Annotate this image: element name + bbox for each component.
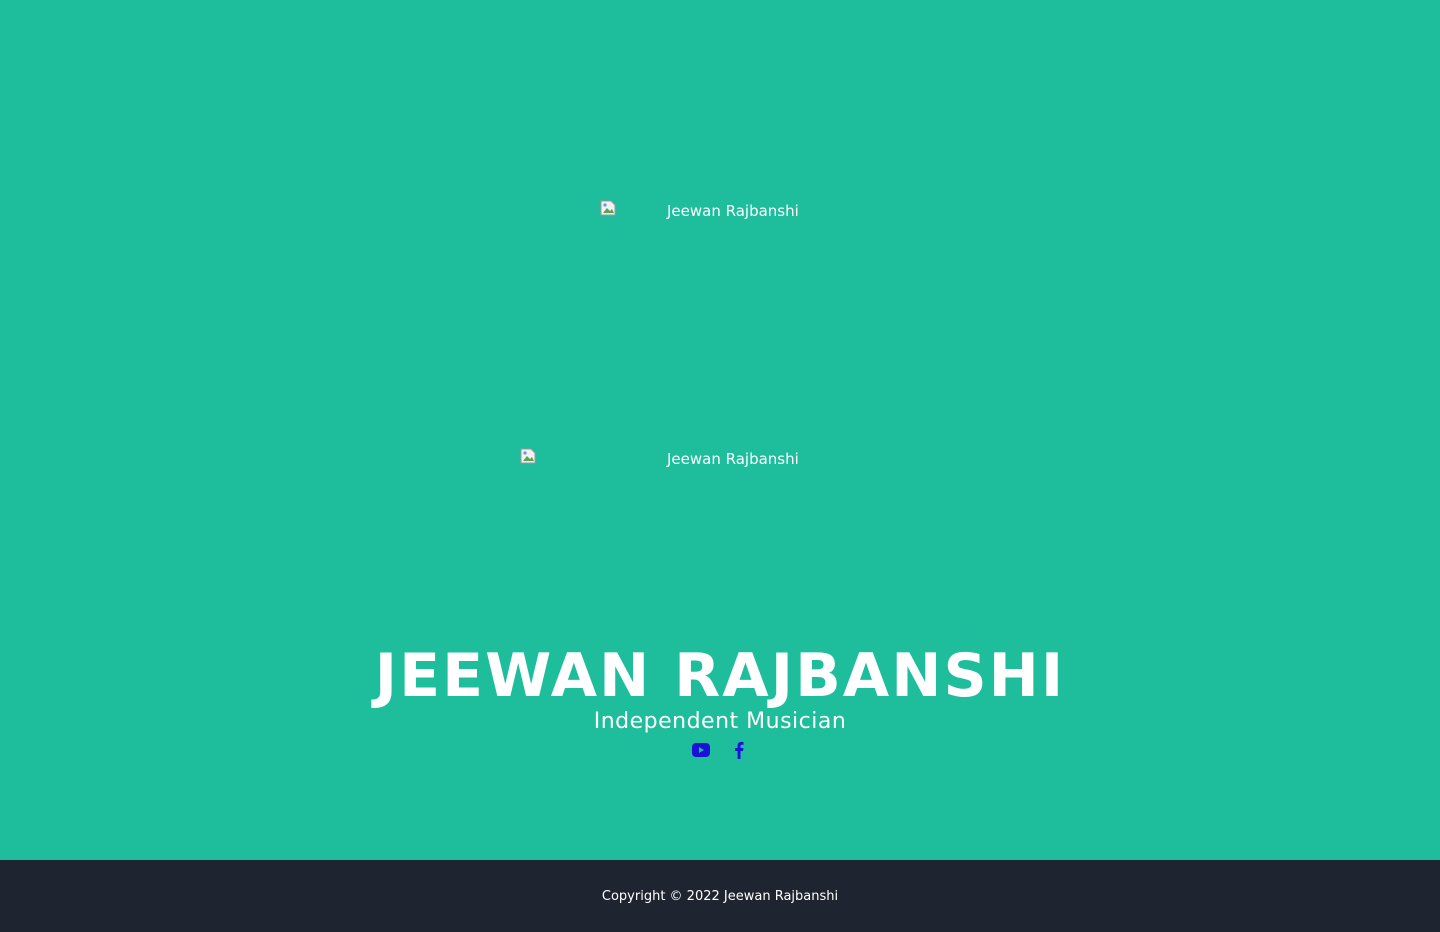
- facebook-icon: [734, 741, 744, 764]
- footer: Copyright © 2022 Jeewan Rajbanshi: [0, 860, 1440, 932]
- youtube-link[interactable]: [691, 741, 711, 763]
- youtube-icon: [692, 742, 710, 762]
- broken-image-icon: [520, 448, 536, 464]
- facebook-link[interactable]: [729, 741, 749, 763]
- page-subtitle: Independent Musician: [593, 709, 847, 734]
- banner-image: Jeewan Rajbanshi: [520, 448, 920, 568]
- profile-image: Jeewan Rajbanshi: [600, 200, 856, 400]
- image-alt-text: Jeewan Rajbanshi: [667, 202, 799, 220]
- page: Jeewan Rajbanshi Jeewan Rajbanshi JEEWAN…: [0, 0, 1440, 932]
- broken-image-icon: [600, 200, 616, 216]
- social-links: [0, 741, 1440, 763]
- image-alt-text: Jeewan Rajbanshi: [667, 450, 799, 468]
- page-title: JEEWAN RAJBANSHI: [374, 641, 1066, 711]
- hero-section: Jeewan Rajbanshi Jeewan Rajbanshi JEEWAN…: [0, 0, 1440, 860]
- copyright-text: Copyright © 2022 Jeewan Rajbanshi: [601, 888, 839, 904]
